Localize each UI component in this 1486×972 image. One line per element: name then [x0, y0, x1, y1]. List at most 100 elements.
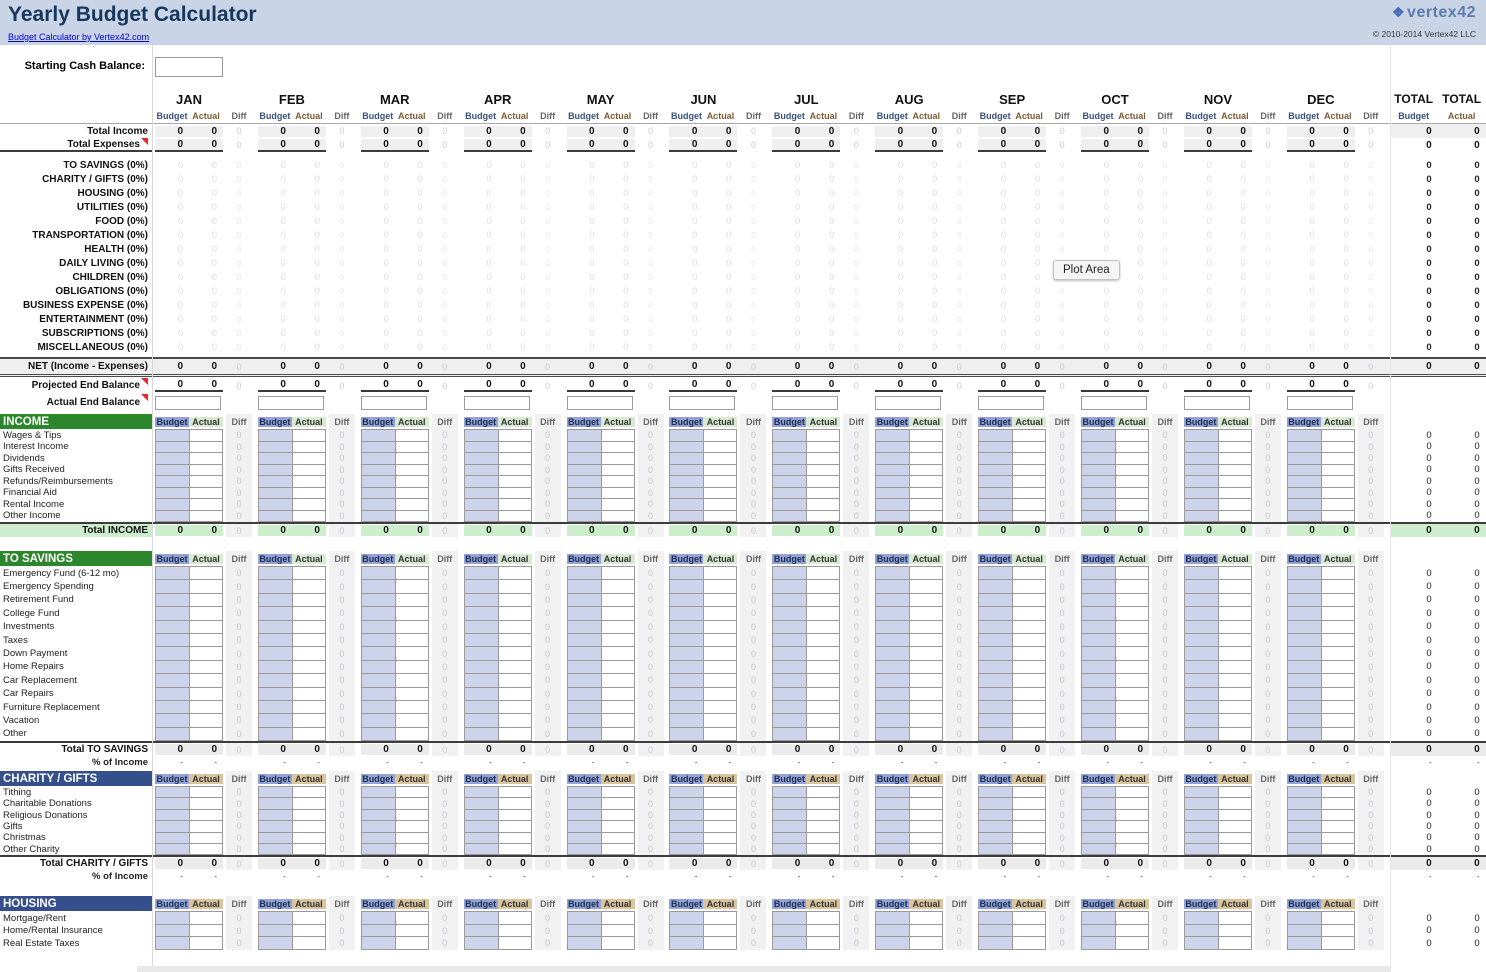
budget-cell[interactable]: [258, 700, 292, 714]
budget-cell[interactable]: [361, 713, 395, 727]
budget-cell[interactable]: [1287, 713, 1321, 727]
budget-cell[interactable]: [978, 936, 1012, 950]
budget-cell[interactable]: [258, 727, 292, 741]
actual-cell[interactable]: [806, 646, 840, 660]
budget-cell[interactable]: [875, 646, 909, 660]
actual-cell[interactable]: [1321, 620, 1355, 634]
actual-cell[interactable]: [498, 911, 532, 925]
actual-cell[interactable]: [1115, 566, 1149, 580]
actual-end-balance-input[interactable]: [361, 396, 427, 410]
budget-cell[interactable]: [567, 936, 601, 950]
budget-cell[interactable]: [464, 606, 498, 620]
actual-cell[interactable]: [601, 727, 635, 741]
budget-cell[interactable]: [1081, 606, 1115, 620]
budget-cell[interactable]: [875, 713, 909, 727]
budget-cell[interactable]: [258, 687, 292, 701]
actual-cell[interactable]: [498, 620, 532, 634]
budget-cell[interactable]: [155, 700, 189, 714]
budget-cell[interactable]: [258, 566, 292, 580]
actual-cell[interactable]: [601, 593, 635, 607]
actual-cell[interactable]: [1218, 673, 1252, 687]
actual-cell[interactable]: [498, 727, 532, 741]
actual-cell[interactable]: [1321, 687, 1355, 701]
budget-cell[interactable]: [258, 673, 292, 687]
actual-end-balance-input[interactable]: [978, 396, 1044, 410]
actual-cell[interactable]: [1012, 727, 1046, 741]
actual-cell[interactable]: [806, 687, 840, 701]
actual-cell[interactable]: [1321, 510, 1355, 523]
budget-cell[interactable]: [1184, 673, 1218, 687]
actual-cell[interactable]: [189, 606, 223, 620]
budget-cell[interactable]: [155, 843, 189, 855]
actual-cell[interactable]: [395, 687, 429, 701]
actual-cell[interactable]: [806, 620, 840, 634]
budget-cell[interactable]: [464, 566, 498, 580]
actual-cell[interactable]: [703, 911, 737, 925]
actual-cell[interactable]: [189, 687, 223, 701]
actual-cell[interactable]: [703, 660, 737, 674]
actual-cell[interactable]: [703, 606, 737, 620]
actual-cell[interactable]: [292, 566, 326, 580]
budget-cell[interactable]: [1184, 510, 1218, 523]
actual-cell[interactable]: [1218, 579, 1252, 593]
budget-cell[interactable]: [567, 620, 601, 634]
budget-cell[interactable]: [669, 660, 703, 674]
actual-cell[interactable]: [498, 593, 532, 607]
budget-cell[interactable]: [978, 687, 1012, 701]
actual-end-balance-input[interactable]: [1287, 396, 1353, 410]
actual-cell[interactable]: [1115, 936, 1149, 950]
actual-cell[interactable]: [395, 700, 429, 714]
actual-cell[interactable]: [292, 510, 326, 523]
budget-cell[interactable]: [669, 713, 703, 727]
budget-cell[interactable]: [258, 713, 292, 727]
actual-cell[interactable]: [498, 924, 532, 938]
actual-cell[interactable]: [1115, 911, 1149, 925]
budget-cell[interactable]: [464, 843, 498, 855]
budget-cell[interactable]: [1081, 687, 1115, 701]
budget-cell[interactable]: [1081, 633, 1115, 647]
actual-cell[interactable]: [395, 911, 429, 925]
budget-cell[interactable]: [875, 673, 909, 687]
actual-cell[interactable]: [601, 687, 635, 701]
budget-cell[interactable]: [978, 843, 1012, 855]
actual-cell[interactable]: [909, 566, 943, 580]
budget-cell[interactable]: [567, 646, 601, 660]
budget-cell[interactable]: [155, 633, 189, 647]
budget-cell[interactable]: [1287, 727, 1321, 741]
budget-cell[interactable]: [258, 579, 292, 593]
actual-cell[interactable]: [292, 660, 326, 674]
actual-cell[interactable]: [189, 633, 223, 647]
budget-cell[interactable]: [1081, 510, 1115, 523]
actual-cell[interactable]: [1115, 673, 1149, 687]
budget-cell[interactable]: [875, 700, 909, 714]
budget-cell[interactable]: [669, 843, 703, 855]
actual-cell[interactable]: [1218, 566, 1252, 580]
budget-cell[interactable]: [155, 687, 189, 701]
actual-cell[interactable]: [292, 606, 326, 620]
actual-cell[interactable]: [189, 673, 223, 687]
budget-cell[interactable]: [875, 911, 909, 925]
budget-cell[interactable]: [155, 606, 189, 620]
actual-cell[interactable]: [1321, 566, 1355, 580]
budget-cell[interactable]: [155, 660, 189, 674]
budget-cell[interactable]: [567, 843, 601, 855]
budget-cell[interactable]: [1287, 660, 1321, 674]
actual-cell[interactable]: [909, 713, 943, 727]
budget-cell[interactable]: [361, 700, 395, 714]
actual-cell[interactable]: [806, 510, 840, 523]
actual-cell[interactable]: [395, 606, 429, 620]
budget-cell[interactable]: [567, 727, 601, 741]
budget-cell[interactable]: [361, 660, 395, 674]
budget-cell[interactable]: [567, 700, 601, 714]
actual-cell[interactable]: [189, 911, 223, 925]
actual-cell[interactable]: [292, 620, 326, 634]
actual-end-balance-input[interactable]: [1081, 396, 1147, 410]
actual-cell[interactable]: [806, 579, 840, 593]
actual-cell[interactable]: [189, 620, 223, 634]
actual-cell[interactable]: [292, 911, 326, 925]
budget-cell[interactable]: [669, 510, 703, 523]
budget-cell[interactable]: [155, 924, 189, 938]
budget-cell[interactable]: [1184, 620, 1218, 634]
actual-cell[interactable]: [1012, 620, 1046, 634]
budget-cell[interactable]: [155, 673, 189, 687]
